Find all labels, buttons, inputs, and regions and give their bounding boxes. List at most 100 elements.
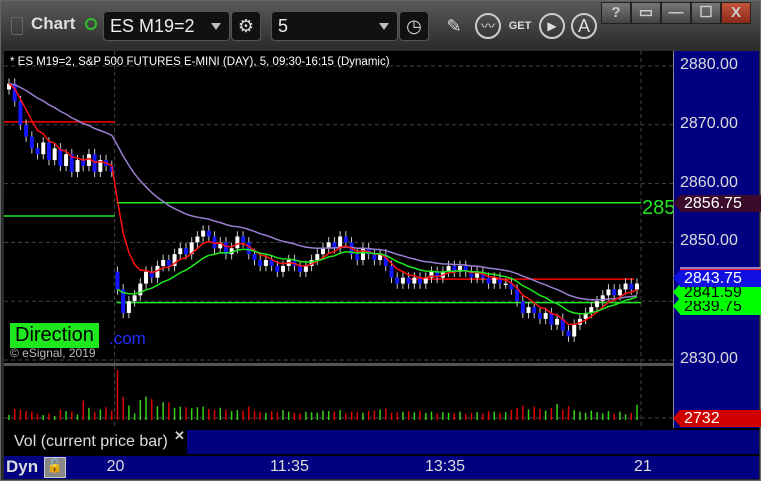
candle (635, 283, 639, 290)
y-tick-label: 2870.00 (680, 114, 738, 132)
lock-clock-icon[interactable]: 🔓 (44, 457, 66, 478)
candle (126, 301, 131, 313)
candle (178, 248, 183, 255)
clock-icon[interactable]: ◷ (399, 11, 429, 41)
play-icon[interactable]: ▶ (539, 13, 565, 39)
candle (18, 101, 23, 125)
candle (52, 148, 57, 161)
direction-label: Direction (10, 323, 99, 348)
candle (281, 265, 286, 272)
settings-gear-button[interactable]: ⚙ (231, 11, 261, 41)
window-title: Chart (31, 14, 76, 33)
y-tick-label: 2850.00 (680, 232, 738, 250)
candle (520, 301, 525, 313)
candle (29, 136, 34, 149)
price-tag: 2843.75 (673, 270, 761, 288)
close-study-icon[interactable]: ✕ (174, 428, 185, 444)
volume-chart[interactable] (4, 366, 673, 428)
candle (64, 154, 69, 166)
candle (241, 236, 246, 243)
candle (24, 124, 29, 137)
chevron-down-icon (379, 23, 389, 30)
minimize-button[interactable]: — (661, 2, 691, 24)
x-tick-label: 11:35 (270, 458, 309, 475)
ma-purple-line (8, 82, 638, 301)
candle (515, 289, 520, 302)
chart-window: Chart ES M19=2 ⚙ 5 ◷ ✎ 〰 GET ▶ A ? ▭ — ☐… (0, 0, 761, 481)
get-icon[interactable]: GET (507, 13, 533, 39)
candle (566, 330, 571, 337)
chart-info: * ES M19=2, S&P 500 FUTURES E-MINI (DAY)… (10, 56, 390, 68)
volume-study-bar: Vol (current price bar) ✕ (4, 428, 759, 456)
candle (58, 148, 63, 166)
connection-status-icon (85, 18, 97, 30)
candle (412, 277, 417, 284)
candle (537, 312, 542, 319)
candle (572, 324, 577, 337)
candle (400, 277, 405, 284)
drag-grip-icon[interactable] (11, 17, 23, 35)
link-window-button[interactable]: ▭ (631, 2, 661, 24)
candle (543, 312, 548, 319)
copyright: © eSignal, 2019 (10, 346, 96, 360)
candle (275, 265, 280, 272)
study-icon[interactable]: 〰 (475, 13, 501, 39)
candle (355, 254, 360, 261)
price-plot-svg (4, 51, 673, 363)
chevron-down-icon (211, 23, 221, 30)
x-tick-label: 21 (634, 458, 652, 475)
candle (612, 289, 617, 296)
candle (315, 254, 320, 261)
candle (623, 283, 628, 290)
x-tick-label: 20 (106, 458, 125, 475)
time-axis[interactable]: Dyn 🔓 20 11:35 13:35 21 (4, 456, 759, 479)
alert-icon[interactable]: A (571, 13, 597, 39)
candle (606, 289, 611, 296)
candle (263, 260, 268, 266)
price-chart[interactable]: * ES M19=2, S&P 500 FUTURES E-MINI (DAY)… (4, 51, 673, 363)
link-fragment: .com (109, 329, 146, 348)
candle (269, 260, 274, 266)
y-tick-label: 2880.00 (680, 56, 738, 73)
candle (343, 236, 348, 243)
symbol-select[interactable]: ES M19=2 (103, 11, 230, 41)
candle (115, 271, 120, 290)
volume-plot-svg (4, 366, 673, 428)
candle (258, 260, 263, 266)
candle (132, 295, 137, 302)
candle (46, 142, 51, 161)
interval-value: 5 (278, 16, 289, 36)
y-tick-label: 2830.00 (680, 350, 738, 367)
pencil-icon[interactable]: ✎ (441, 13, 467, 39)
price-tag: 2856.75 (673, 194, 761, 212)
candle (35, 148, 40, 155)
help-button[interactable]: ? (601, 2, 631, 24)
level-label: 285 (642, 197, 673, 219)
candle (549, 312, 554, 325)
candle (183, 248, 188, 255)
candle (395, 277, 400, 284)
candle (406, 277, 411, 284)
candle (235, 236, 240, 249)
candle (372, 254, 377, 261)
symbol-value: ES M19=2 (110, 16, 195, 36)
interval-select[interactable]: 5 (271, 11, 398, 41)
candle (303, 265, 308, 272)
ma-green-line (117, 248, 638, 315)
candle (166, 260, 171, 266)
candle (503, 283, 508, 286)
candle (298, 265, 303, 272)
candle (595, 301, 600, 308)
candle (617, 289, 622, 296)
volume-study-label: Vol (current price bar) (14, 433, 168, 450)
candle (486, 277, 491, 284)
candle (195, 236, 200, 243)
ma-red-line (8, 83, 638, 326)
price-axis[interactable]: 2880.00 2870.00 2860.00 2850.00 2830.00 2839.… (673, 51, 761, 428)
volume-study-fill (187, 430, 759, 454)
close-button[interactable]: X (721, 2, 751, 24)
maximize-button[interactable]: ☐ (691, 2, 721, 24)
candle (144, 271, 149, 284)
volume-tag: 2732 (673, 410, 761, 427)
y-tick-label: 2860.00 (680, 173, 738, 191)
